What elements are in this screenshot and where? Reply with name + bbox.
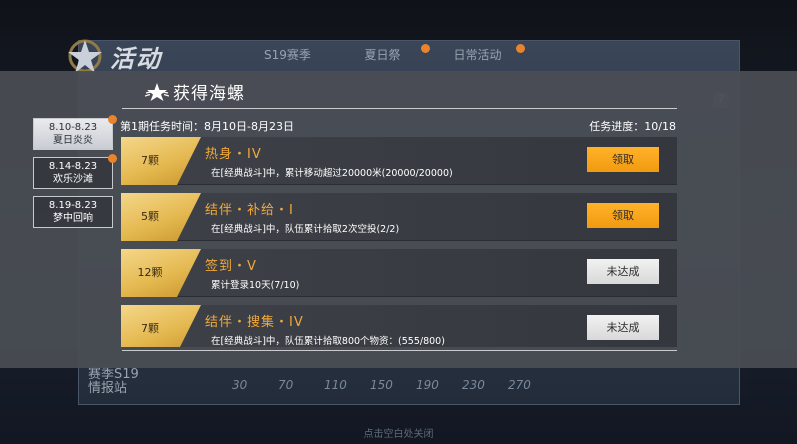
tab-season[interactable]: S19赛季 <box>240 46 335 63</box>
tick-label: 230 <box>462 378 485 392</box>
task-name: 结伴・搜集・IV <box>205 315 304 330</box>
close-hint[interactable]: 点击空白处关闭 <box>0 425 797 440</box>
notification-dot <box>421 44 430 53</box>
progress-ticks: 30 70 110 150 190 230 270 <box>232 378 554 392</box>
period-row: 第1期任务时间：8月10日-8月23日 任务进度：10/18 <box>120 118 678 134</box>
background-header: 活动 <box>62 36 162 76</box>
tick-label: 270 <box>508 378 531 392</box>
modal-title: 获得海螺 <box>173 84 245 104</box>
star-wings-icon <box>145 82 169 101</box>
season-station-label: 赛季S19 情报站 <box>88 367 139 396</box>
claim-button[interactable]: 领取 <box>587 203 659 228</box>
notification-dot <box>108 115 117 124</box>
task-name: 签到・V <box>205 259 257 274</box>
tab-daily-events[interactable]: 日常活动 <box>430 44 525 63</box>
tab-summer-festival[interactable]: 夏日祭 <box>335 44 430 63</box>
tick-label: 70 <box>278 378 294 392</box>
background-tabs: S19赛季 夏日祭 日常活动 <box>240 44 525 63</box>
period-label: 第1期任务时间：8月10日-8月23日 <box>120 120 294 133</box>
divider <box>122 350 677 351</box>
task-row: 5颗 结伴・补给・I 在[经典战斗]中，队伍累计拾取2次空投(2/2) 领取 <box>121 193 677 241</box>
task-list[interactable]: 7颗 热身・IV 在[经典战斗]中，累计移动超过20000米(20000/200… <box>121 137 677 347</box>
side-tab-happy-beach[interactable]: 8.14-8.23 欢乐沙滩 <box>33 154 117 189</box>
task-description: 在[经典战斗]中，队伍累计拾取2次空投(2/2) <box>211 224 400 235</box>
task-description: 累计登录10天(7/10) <box>211 280 300 291</box>
conch-modal: 获得海螺 第1期任务时间：8月10日-8月23日 任务进度：10/18 8.10… <box>0 71 797 368</box>
not-completed-button[interactable]: 未达成 <box>587 259 659 284</box>
reward-count: 12颗 <box>137 266 163 279</box>
side-tab-dream-echo[interactable]: 8.19-8.23 梦中回响 <box>33 196 113 228</box>
task-row: 7颗 热身・IV 在[经典战斗]中，累计移动超过20000米(20000/200… <box>121 137 677 185</box>
claim-button[interactable]: 领取 <box>587 147 659 172</box>
task-description: 在[经典战斗]中，累计移动超过20000米(20000/20000) <box>211 168 453 179</box>
background-title: 活动 <box>110 44 162 73</box>
modal-header: 获得海螺 <box>145 79 245 104</box>
reward-count: 5颗 <box>141 210 159 223</box>
task-name: 热身・IV <box>205 147 262 162</box>
reward-count: 7颗 <box>141 322 159 335</box>
star-emblem-icon <box>68 39 102 73</box>
task-progress: 任务进度：10/18 <box>589 120 676 133</box>
tick-label: 110 <box>324 378 347 392</box>
task-row: 7颗 结伴・搜集・IV 在[经典战斗]中，队伍累计拾取800个物资：(555/8… <box>121 305 677 347</box>
divider <box>122 108 677 109</box>
tick-label: 150 <box>370 378 393 392</box>
side-tab-summer-heat[interactable]: 8.10-8.23 夏日炎炎 <box>33 115 117 150</box>
reward-count: 7颗 <box>141 154 159 167</box>
task-name: 结伴・补给・I <box>205 203 294 218</box>
tick-label: 30 <box>232 378 248 392</box>
notification-dot <box>108 154 117 163</box>
tick-label: 190 <box>416 378 439 392</box>
not-completed-button[interactable]: 未达成 <box>587 315 659 340</box>
task-row: 12颗 签到・V 累计登录10天(7/10) 未达成 <box>121 249 677 297</box>
notification-dot <box>516 44 525 53</box>
task-description: 在[经典战斗]中，队伍累计拾取800个物资：(555/800) <box>211 336 445 347</box>
